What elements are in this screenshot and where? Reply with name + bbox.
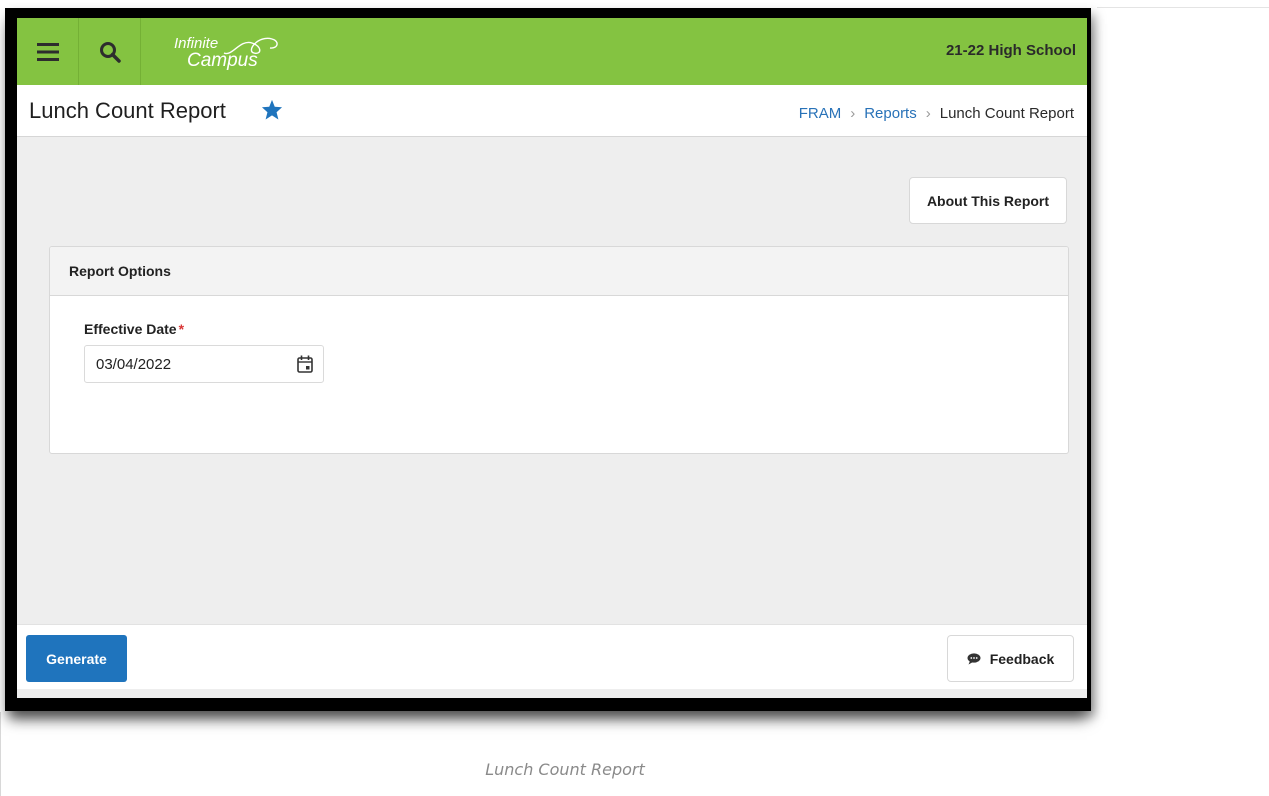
infinite-campus-logo: Infinite Campus [174, 32, 294, 76]
search-button[interactable] [79, 18, 141, 85]
hamburger-menu-icon [36, 42, 59, 61]
star-icon[interactable] [261, 99, 283, 120]
breadcrumb-fram[interactable]: FRAM [799, 105, 842, 122]
breadcrumb: FRAM › Reports › Lunch Count Report [799, 105, 1074, 122]
page-header: Lunch Count Report FRAM › Reports › Lunc… [17, 85, 1087, 137]
feedback-label: Feedback [989, 650, 1055, 667]
page-divider-left [0, 712, 1, 796]
top-navigation-bar: Infinite Campus 21-22 High School [17, 18, 1087, 85]
effective-date-label-text: Effective Date [84, 321, 177, 337]
effective-date-field[interactable] [84, 345, 324, 383]
report-options-panel: Report Options Effective Date * [49, 246, 1069, 454]
calendar-icon[interactable] [297, 355, 313, 373]
required-marker: * [178, 321, 185, 337]
page-title: Lunch Count Report [29, 98, 226, 123]
action-footer: Generate Feedback [17, 624, 1087, 689]
app-window: Infinite Campus 21-22 High School Lunch … [17, 18, 1087, 698]
screenshot-frame: Infinite Campus 21-22 High School Lunch … [5, 8, 1091, 711]
breadcrumb-current: Lunch Count Report [939, 105, 1074, 122]
about-this-report-button[interactable]: About This Report [909, 177, 1067, 224]
menu-button[interactable] [17, 18, 79, 85]
generate-button[interactable]: Generate [26, 635, 127, 682]
breadcrumb-reports[interactable]: Reports [864, 105, 917, 122]
chevron-right-icon: › [925, 105, 931, 122]
feedback-button[interactable]: Feedback [947, 635, 1074, 682]
page-divider-top [1097, 7, 1269, 8]
effective-date-input[interactable] [96, 356, 276, 373]
school-selector[interactable]: 21-22 High School [946, 42, 1076, 59]
infinity-loop-icon [223, 37, 278, 55]
report-options-heading: Report Options [50, 247, 1068, 296]
effective-date-label: Effective Date * [84, 321, 184, 337]
search-icon [99, 41, 121, 63]
chevron-right-icon: › [850, 105, 856, 122]
image-caption: Lunch Count Report [485, 760, 645, 779]
speech-bubble-icon [967, 652, 981, 664]
